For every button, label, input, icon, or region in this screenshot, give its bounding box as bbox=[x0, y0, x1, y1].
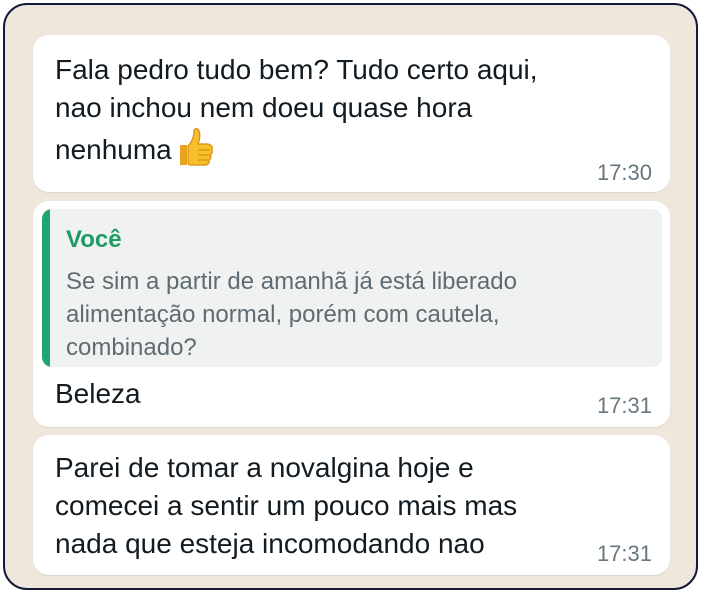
message-timestamp: 17:31 bbox=[596, 541, 652, 566]
message-text: Parei de tomar a novalgina hoje e comece… bbox=[55, 452, 518, 559]
quote-author: Você bbox=[66, 226, 122, 253]
message-bubble-incoming[interactable]: Fala pedro tudo bem? Tudo certo aqui, na… bbox=[33, 35, 670, 192]
thumbs-up-icon bbox=[174, 127, 214, 169]
message-timestamp: 17:31 bbox=[596, 393, 652, 418]
message-bubble-incoming[interactable]: Parei de tomar a novalgina hoje e comece… bbox=[33, 435, 670, 575]
message-timestamp: 17:30 bbox=[596, 160, 652, 185]
quoted-message[interactable]: Você Se sim a partir de amanhã já está l… bbox=[42, 209, 662, 367]
message-bubble-reply[interactable]: Você Se sim a partir de amanhã já está l… bbox=[33, 201, 670, 427]
quote-accent-bar bbox=[42, 209, 50, 367]
message-text: Beleza bbox=[55, 378, 141, 409]
message-text-content: Fala pedro tudo bem? Tudo certo aqui, na… bbox=[55, 54, 538, 165]
message-text: Fala pedro tudo bem? Tudo certo aqui, na… bbox=[55, 51, 645, 169]
chat-screenshot-frame: Fala pedro tudo bem? Tudo certo aqui, na… bbox=[3, 3, 698, 590]
quote-text: Se sim a partir de amanhã já está libera… bbox=[66, 268, 517, 361]
